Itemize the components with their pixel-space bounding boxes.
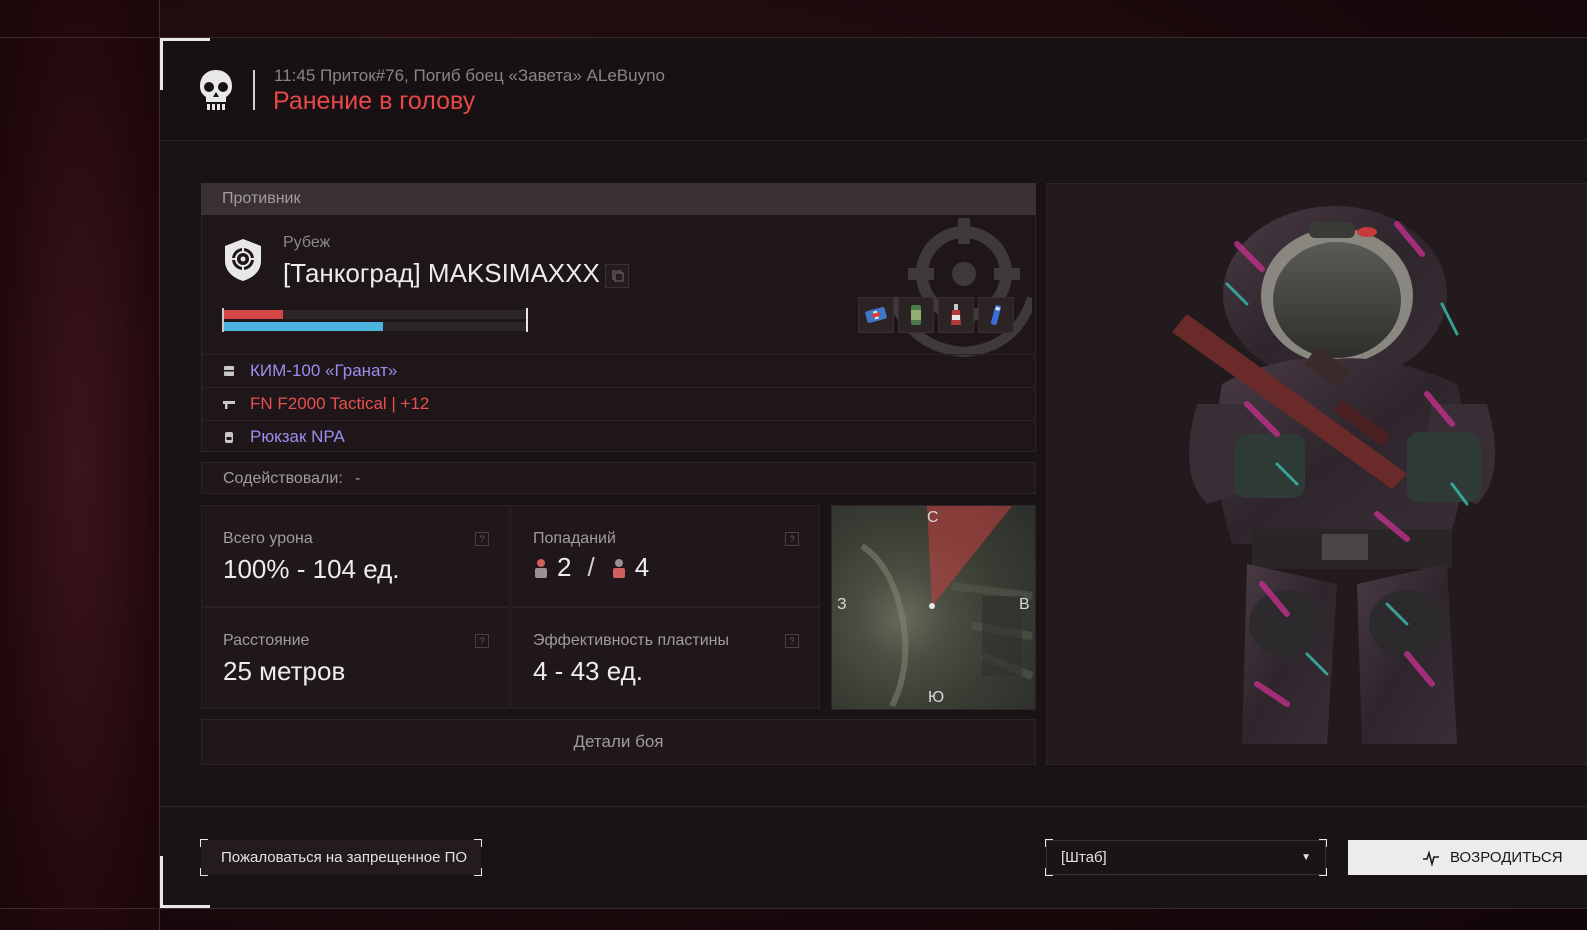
compass-north: С [927,509,939,526]
select-corner [1319,839,1327,847]
button-corner [474,868,482,876]
hits-values: 2 / 4 [533,552,649,583]
assist-row: Содействовали: - [201,462,1036,494]
kill-minimap[interactable]: С З В Ю [831,505,1036,710]
dropdown-arrow-icon: ▼ [1301,852,1311,863]
help-icon[interactable]: ? [785,634,799,648]
select-corner [1045,868,1053,876]
report-cheater-button[interactable]: Пожаловаться на запрещенное ПО [201,840,481,875]
weapon-label: FN F2000 Tactical | +12 [250,394,430,413]
backpack-icon [225,432,233,443]
injector-icon [990,305,1002,325]
stat-hits: Попаданий 2 / 4 ? [511,505,820,607]
spawn-point-value: [Штаб] [1061,849,1107,866]
battle-details-button[interactable]: Детали боя [201,719,1036,765]
rifle-icon [223,401,235,409]
quick-item-slot [978,297,1014,333]
enemy-name: [Танкоград] MAKSIMAXXX [283,258,600,288]
help-icon[interactable]: ? [475,634,489,648]
copy-icon [612,270,624,282]
bar-end-marker [526,308,528,332]
respawn-button[interactable]: ВОЗРОДИТЬСЯ [1348,840,1587,875]
head-hits-value: 2 [557,552,572,582]
select-corner [1045,839,1053,847]
death-info-text: 11:45 Приток#76, Погиб боец «Завета» ALe… [274,66,665,85]
spawn-point-select[interactable]: [Штаб] ▼ [1046,840,1326,875]
button-corner [200,839,208,847]
stat-plate-efficiency: Эффективность пластины 4 - 43 ед. ? [511,607,820,709]
bottom-divider [0,908,1587,909]
button-corner [200,868,208,876]
assist-value: - [355,470,361,487]
footer-divider [160,806,1587,807]
faction-emblem-icon [225,239,261,281]
stat-value: 25 метров [223,656,346,686]
left-background-strip [0,0,160,930]
stat-label: Эффективность пластины [533,632,730,649]
faction-watermark-icon [887,218,1032,358]
gear-row-armor[interactable]: КИМ-100 «Гранат» [202,354,1035,386]
quick-items [858,297,1014,333]
head-hit-icon [535,558,547,578]
armor-label: КИМ-100 «Гранат» [250,361,398,380]
medkit-icon [865,307,887,323]
bottle-icon [951,304,961,325]
bar-start-marker [222,308,224,332]
gear-row-weapon[interactable]: FN F2000 Tactical | +12 [202,387,1035,419]
enemy-section-label: Противник [222,190,301,207]
copy-name-button[interactable] [605,264,629,288]
help-icon[interactable]: ? [785,532,799,546]
stat-distance: Расстояние 25 метров ? [201,607,510,709]
assist-label: Содействовали: [223,470,343,487]
hits-separator: / [587,552,595,582]
enemy-character-preview [1046,183,1587,765]
stat-label: Попаданий [533,530,616,547]
gear-row-backpack[interactable]: Рюкзак NPA [202,420,1035,452]
help-icon[interactable]: ? [475,532,489,546]
compass-east: В [1019,596,1030,613]
enemy-faction: Рубеж [283,234,331,251]
stat-value: 100% - 104 ед. [223,554,400,584]
pulse-icon [1423,850,1439,867]
compass-south: Ю [928,689,945,706]
quick-item-slot [938,297,974,333]
button-corner [474,839,482,847]
character-model-image [1172,206,1495,744]
canister-icon [911,305,921,325]
stat-label: Всего урона [223,530,313,547]
respawn-label: ВОЗРОДИТЬСЯ [1450,849,1563,866]
corner-bracket-top-left [160,38,210,90]
health-bar [222,310,283,319]
stat-total-damage: Всего урона 100% - 104 ед. ? [201,505,510,607]
quick-item-slot [898,297,934,333]
death-cause-title: Ранение в голову [273,87,476,115]
armor-bar [222,322,383,331]
enemy-section-header: Противник [201,183,1036,215]
armor-icon [224,366,234,376]
body-hit-icon [612,558,625,578]
body-hits-value: 4 [634,552,650,582]
backpack-label: Рюкзак NPA [250,427,345,446]
enemy-status-bars [222,308,528,332]
header-separator [253,70,255,110]
compass-west: З [837,596,847,613]
stat-label: Расстояние [223,632,310,649]
quick-item-slot [858,297,894,333]
minimap-terrain [860,506,1034,708]
select-corner [1319,868,1327,876]
stat-value: 4 - 43 ед. [533,656,643,686]
